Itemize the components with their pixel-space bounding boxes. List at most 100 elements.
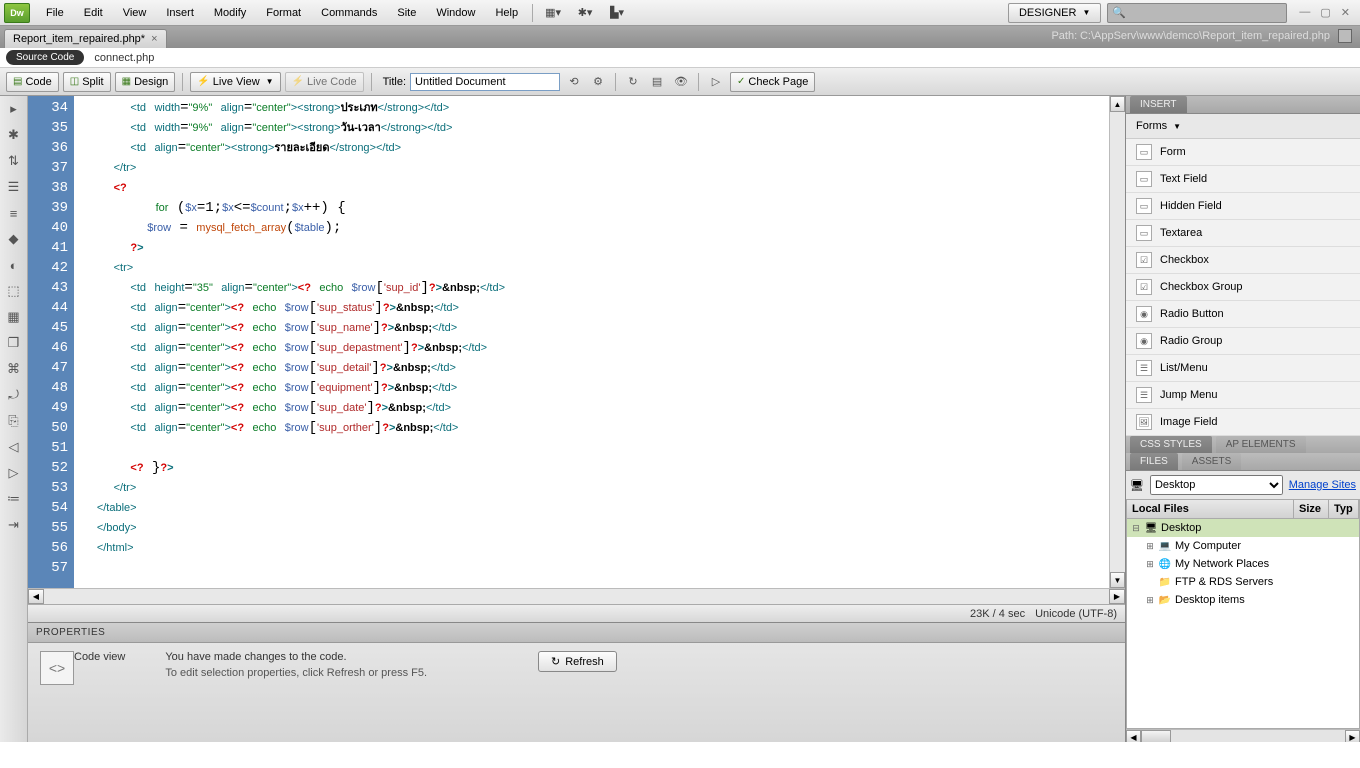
scroll-left-icon[interactable]: ◀ xyxy=(28,589,44,604)
insert-item-jump-menu[interactable]: ☰Jump Menu xyxy=(1126,382,1360,409)
insert-item-list-menu[interactable]: ☰List/Menu xyxy=(1126,355,1360,382)
source-code-tab[interactable]: Source Code xyxy=(6,50,84,65)
insert-item-checkbox-group[interactable]: ☑Checkbox Group xyxy=(1126,274,1360,301)
move-right-icon[interactable]: ▷ xyxy=(5,464,23,482)
insert-item-radio-group[interactable]: ◉Radio Group xyxy=(1126,328,1360,355)
design-view-button[interactable]: ▦Design xyxy=(115,72,176,92)
menu-file[interactable]: File xyxy=(36,3,74,23)
menu-insert[interactable]: Insert xyxy=(156,3,204,23)
files-tree[interactable]: ⊟ 🖥 Desktop ⊞ 💻 My Computer ⊞ 🌐 My Netwo… xyxy=(1126,519,1360,729)
nav-options-icon[interactable]: ⚙ xyxy=(588,72,608,92)
close-icon[interactable]: ✕ xyxy=(1341,6,1350,19)
syntax-icon[interactable]: ⬚ xyxy=(5,282,23,300)
workspace-switcher[interactable]: DESIGNER ▼ xyxy=(1008,3,1101,23)
insert-item-text-field[interactable]: ▭Text Field xyxy=(1126,166,1360,193)
desktop-folder-icon: 🖥 xyxy=(1144,521,1158,535)
manage-sites-link[interactable]: Manage Sites xyxy=(1289,479,1356,491)
balance-braces-icon[interactable]: ≡ xyxy=(5,204,23,222)
preview-icon[interactable]: 👁 xyxy=(671,72,691,92)
horizontal-scrollbar[interactable]: ◀ ▶ xyxy=(28,588,1125,604)
vertical-scrollbar[interactable]: ▲ ▼ xyxy=(1109,96,1125,588)
visual-aids-icon[interactable]: ▷ xyxy=(706,72,726,92)
comment-icon[interactable]: ⌘ xyxy=(5,360,23,378)
highlight-icon[interactable]: ◐ xyxy=(5,256,23,274)
live-view-button[interactable]: ⚡Live View▼ xyxy=(190,72,280,92)
site-icon[interactable]: ▙▾ xyxy=(607,3,627,23)
insert-item-radio-button[interactable]: ◉Radio Button xyxy=(1126,301,1360,328)
auto-indent-icon[interactable]: ▦ xyxy=(5,308,23,326)
scroll-right-icon[interactable]: ▶ xyxy=(1109,589,1125,604)
format-icon[interactable]: ≔ xyxy=(5,490,23,508)
insert-item-textarea[interactable]: ▭Textarea xyxy=(1126,220,1360,247)
indent-icon[interactable]: ⇥ xyxy=(5,516,23,534)
select-parent-icon[interactable]: ☰ xyxy=(5,178,23,196)
ftp-icon: 📁 xyxy=(1158,575,1172,589)
menu-format[interactable]: Format xyxy=(256,3,311,23)
open-documents-icon[interactable]: ▸ xyxy=(5,100,23,118)
insert-category[interactable]: Forms▼ xyxy=(1126,114,1360,138)
wrap-tag-icon[interactable]: ⤾ xyxy=(5,386,23,404)
insert-tab[interactable]: INSERT xyxy=(1130,96,1187,113)
menu-modify[interactable]: Modify xyxy=(204,3,256,23)
tree-item-desktop-items[interactable]: ⊞ 📂 Desktop items xyxy=(1127,591,1359,609)
close-tab-icon[interactable]: × xyxy=(151,33,157,45)
col-type[interactable]: Typ xyxy=(1329,500,1359,518)
properties-header[interactable]: PROPERTIES xyxy=(28,623,1125,643)
code-content[interactable]: <td width="9%" align="center"><strong>ปร… xyxy=(74,96,1109,588)
insert-item-hidden-field[interactable]: ▭Hidden Field xyxy=(1126,193,1360,220)
tree-toggle-icon[interactable]: ⊞ xyxy=(1145,541,1155,552)
menu-site[interactable]: Site xyxy=(387,3,426,23)
tree-item-ftp[interactable]: 📁 FTP & RDS Servers xyxy=(1127,573,1359,591)
extend-icon[interactable]: ✱▾ xyxy=(575,3,595,23)
refresh-icon[interactable]: ↻ xyxy=(623,72,643,92)
tree-item-network[interactable]: ⊞ 🌐 My Network Places xyxy=(1127,555,1359,573)
tree-toggle-icon[interactable]: ⊞ xyxy=(1145,559,1155,570)
nav-back-icon[interactable]: ⟲ xyxy=(564,72,584,92)
menu-commands[interactable]: Commands xyxy=(311,3,387,23)
menu-help[interactable]: Help xyxy=(485,3,528,23)
code-area[interactable]: 34 35 36 37 38 39 40 41 42 43 44 45 46 4… xyxy=(28,96,1125,588)
chevron-down-icon: ▼ xyxy=(1173,122,1181,131)
recent-snips-icon[interactable]: ⎘ xyxy=(5,412,23,430)
line-numbers-icon[interactable]: ◆ xyxy=(5,230,23,248)
tree-root[interactable]: ⊟ 🖥 Desktop xyxy=(1127,519,1359,537)
col-local-files[interactable]: Local Files xyxy=(1127,500,1294,518)
document-tab[interactable]: Report_item_repaired.php* × xyxy=(4,29,167,48)
scroll-down-icon[interactable]: ▼ xyxy=(1110,572,1125,588)
check-page-button[interactable]: ✓Check Page xyxy=(730,72,815,92)
menu-window[interactable]: Window xyxy=(426,3,485,23)
insert-item-form[interactable]: ▭Form xyxy=(1126,139,1360,166)
insert-items-list: ▭Form▭Text Field▭Hidden Field▭Textarea☑C… xyxy=(1126,138,1360,436)
file-mgmt-icon[interactable]: ▤ xyxy=(647,72,667,92)
restore-icon[interactable]: ▢ xyxy=(1320,6,1330,19)
insert-item-checkbox[interactable]: ☑Checkbox xyxy=(1126,247,1360,274)
computer-icon: 💻 xyxy=(1158,539,1172,553)
minimize-icon[interactable]: — xyxy=(1299,6,1310,19)
collapse-path-icon[interactable] xyxy=(1338,29,1352,43)
code-view-button[interactable]: ▤Code xyxy=(6,72,59,92)
refresh-button[interactable]: ↻ Refresh xyxy=(538,651,617,672)
site-selector[interactable]: Desktop xyxy=(1150,475,1283,495)
search-box[interactable]: 🔍 xyxy=(1107,3,1287,23)
split-view-button[interactable]: ◫Split xyxy=(63,72,111,92)
insert-item-image-field[interactable]: 🖼Image Field xyxy=(1126,409,1360,436)
tree-item-mycomputer[interactable]: ⊞ 💻 My Computer xyxy=(1127,537,1359,555)
ap-elements-tab[interactable]: AP ELEMENTS xyxy=(1216,436,1306,453)
menu-edit[interactable]: Edit xyxy=(74,3,113,23)
collapse-icon[interactable]: ✱ xyxy=(5,126,23,144)
snippets-icon[interactable]: ❐ xyxy=(5,334,23,352)
title-input[interactable] xyxy=(410,73,560,91)
assets-tab[interactable]: ASSETS xyxy=(1182,453,1241,470)
live-view-icon: ⚡ xyxy=(197,76,209,87)
col-size[interactable]: Size xyxy=(1294,500,1329,518)
files-tab[interactable]: FILES xyxy=(1130,453,1178,470)
menu-view[interactable]: View xyxy=(113,3,157,23)
expand-icon[interactable]: ⇅ xyxy=(5,152,23,170)
related-file-tab[interactable]: connect.php xyxy=(94,52,154,64)
tree-toggle-icon[interactable]: ⊞ xyxy=(1145,595,1155,606)
move-left-icon[interactable]: ◁ xyxy=(5,438,23,456)
css-styles-tab[interactable]: CSS STYLES xyxy=(1130,436,1212,453)
layout-icon[interactable]: ▦▾ xyxy=(543,3,563,23)
tree-toggle-icon[interactable]: ⊟ xyxy=(1131,523,1141,534)
scroll-up-icon[interactable]: ▲ xyxy=(1110,96,1125,112)
